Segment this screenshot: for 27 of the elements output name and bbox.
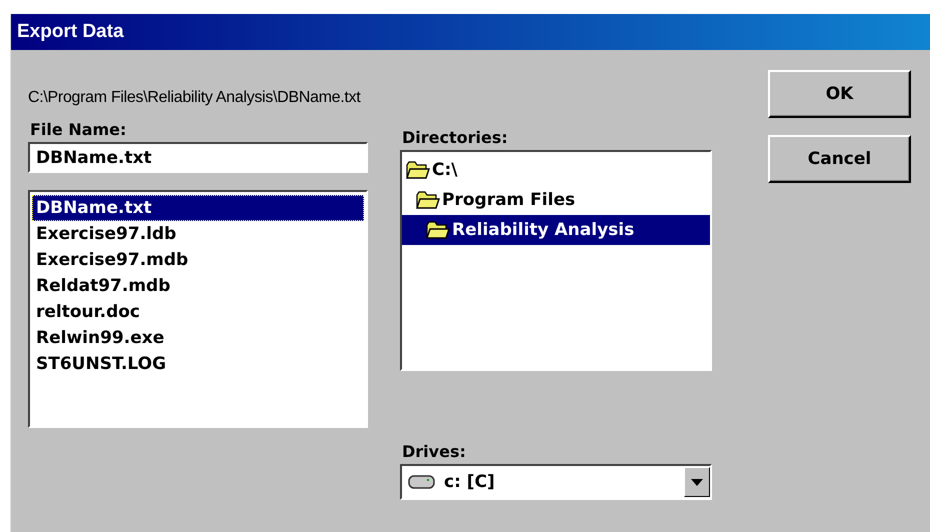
directory-name: Reliability Analysis	[452, 220, 634, 240]
window-title: Export Data	[11, 14, 930, 50]
folder-icon	[406, 161, 430, 179]
file-item[interactable]: Exercise97.ldb	[32, 221, 364, 247]
drive-value: c: [C]	[444, 472, 496, 492]
file-name-label: File Name:	[30, 120, 128, 139]
file-path: C:\Program Files\Reliability Analysis\DBName.txt	[28, 89, 362, 107]
directory-item[interactable]: C:\	[402, 155, 710, 185]
ok-button[interactable]: OK	[768, 70, 911, 118]
file-item[interactable]: DBName.txt	[32, 195, 364, 221]
directory-name: Program Files	[442, 190, 576, 210]
cancel-button[interactable]: Cancel	[768, 135, 911, 183]
directory-name: C:\	[432, 160, 458, 180]
drive-icon	[408, 474, 436, 490]
folder-icon	[416, 191, 440, 209]
file-item[interactable]: Exercise97.mdb	[32, 247, 364, 273]
drives-label: Drives:	[402, 442, 467, 461]
directory-item[interactable]: Program Files	[402, 185, 710, 215]
file-item[interactable]: Reldat97.mdb	[32, 273, 364, 299]
directory-item[interactable]: Reliability Analysis	[402, 215, 710, 245]
file-item[interactable]: Relwin99.exe	[32, 325, 364, 351]
folder-icon	[426, 221, 450, 239]
drive-dropdown[interactable]: c: [C]	[400, 464, 712, 500]
directories-label: Directories:	[402, 128, 509, 147]
file-item[interactable]: ST6UNST.LOG	[32, 351, 364, 377]
file-item[interactable]: reltour.doc	[32, 299, 364, 325]
file-name-field[interactable]: DBName.txt	[28, 142, 368, 173]
